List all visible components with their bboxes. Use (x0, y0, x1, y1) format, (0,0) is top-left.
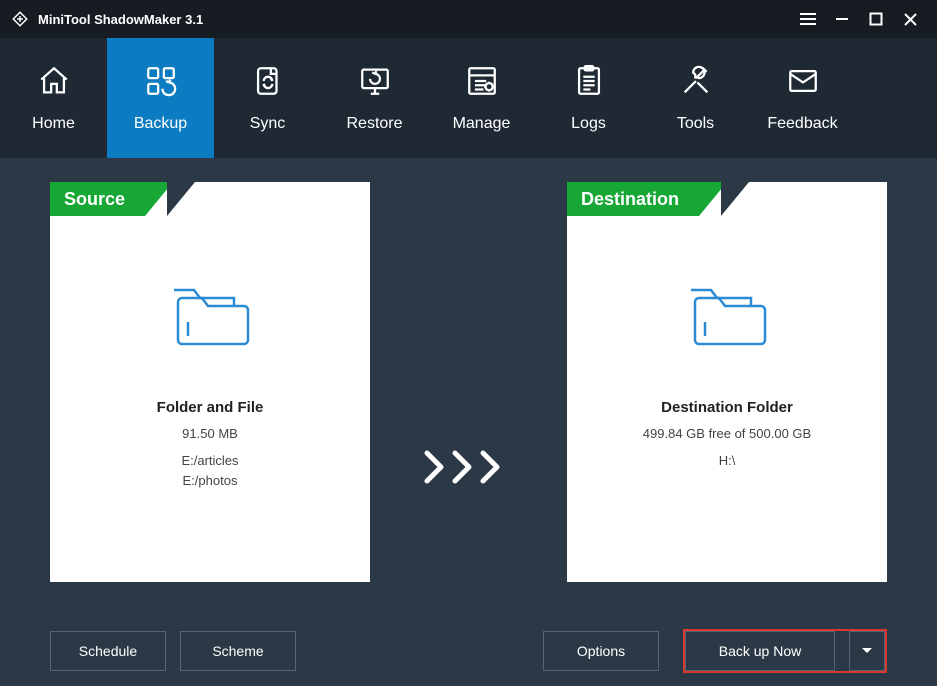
scheme-button[interactable]: Scheme (180, 631, 296, 671)
source-paths: E:/articlesE:/photos (181, 451, 238, 490)
nav-label: Logs (571, 115, 606, 133)
nav-logs[interactable]: Logs (535, 38, 642, 158)
nav-sync[interactable]: Sync (214, 38, 321, 158)
destination-header-label: Destination (567, 182, 699, 216)
home-icon (37, 64, 71, 103)
minimize-button[interactable] (825, 0, 859, 38)
manage-icon (465, 64, 499, 103)
source-path: E:/photos (181, 471, 238, 491)
nav-home[interactable]: Home (0, 38, 107, 158)
destination-path: H:\ (719, 451, 736, 471)
source-title: Folder and File (157, 399, 264, 416)
nav-label: Feedback (767, 115, 837, 133)
nav-label: Home (32, 115, 75, 133)
source-header-label: Source (50, 182, 145, 216)
source-size: 91.50 MB (182, 426, 238, 441)
restore-icon (358, 64, 392, 103)
nav-label: Restore (346, 115, 402, 133)
nav-restore[interactable]: Restore (321, 38, 428, 158)
sync-icon (251, 64, 285, 103)
options-button[interactable]: Options (543, 631, 659, 671)
destination-header: Destination (567, 182, 749, 216)
destination-free: 499.84 GB free of 500.00 GB (643, 426, 811, 441)
app-title: MiniTool ShadowMaker 3.1 (38, 12, 203, 27)
source-card[interactable]: Source Folder and File 91.50 MB E:/artic… (50, 182, 370, 582)
backup-now-dropdown-button[interactable] (849, 631, 885, 671)
nav-label: Sync (250, 115, 286, 133)
source-path: E:/articles (181, 451, 238, 471)
tools-icon (679, 64, 713, 103)
backup-icon (144, 64, 178, 103)
caret-down-icon (861, 647, 873, 655)
backup-panel: Source Folder and File 91.50 MB E:/artic… (0, 158, 937, 616)
source-header: Source (50, 182, 195, 216)
feedback-icon (786, 64, 820, 103)
title-bar: MiniTool ShadowMaker 3.1 (0, 0, 937, 38)
backup-now-group: Back up Now (683, 629, 887, 673)
logs-icon (572, 64, 606, 103)
main-nav: Home Backup Sync Restore Manage Logs Tools Feed… (0, 38, 937, 158)
nav-feedback[interactable]: Feedback (749, 38, 856, 158)
nav-label: Backup (134, 115, 187, 133)
nav-backup[interactable]: Backup (107, 38, 214, 158)
direction-chevrons-icon (421, 449, 517, 485)
folder-icon (164, 278, 256, 355)
menu-button[interactable] (791, 0, 825, 38)
backup-now-button[interactable]: Back up Now (685, 631, 835, 671)
destination-title: Destination Folder (661, 399, 793, 416)
nav-label: Tools (677, 115, 714, 133)
nav-tools[interactable]: Tools (642, 38, 749, 158)
nav-manage[interactable]: Manage (428, 38, 535, 158)
maximize-button[interactable] (859, 0, 893, 38)
destination-card[interactable]: Destination Destination Folder 499.84 GB… (567, 182, 887, 582)
folder-icon (681, 278, 773, 355)
close-button[interactable] (893, 0, 927, 38)
schedule-button[interactable]: Schedule (50, 631, 166, 671)
bottom-bar: Schedule Scheme Options Back up Now (0, 616, 937, 686)
nav-label: Manage (453, 115, 511, 133)
app-logo-icon (10, 9, 30, 29)
